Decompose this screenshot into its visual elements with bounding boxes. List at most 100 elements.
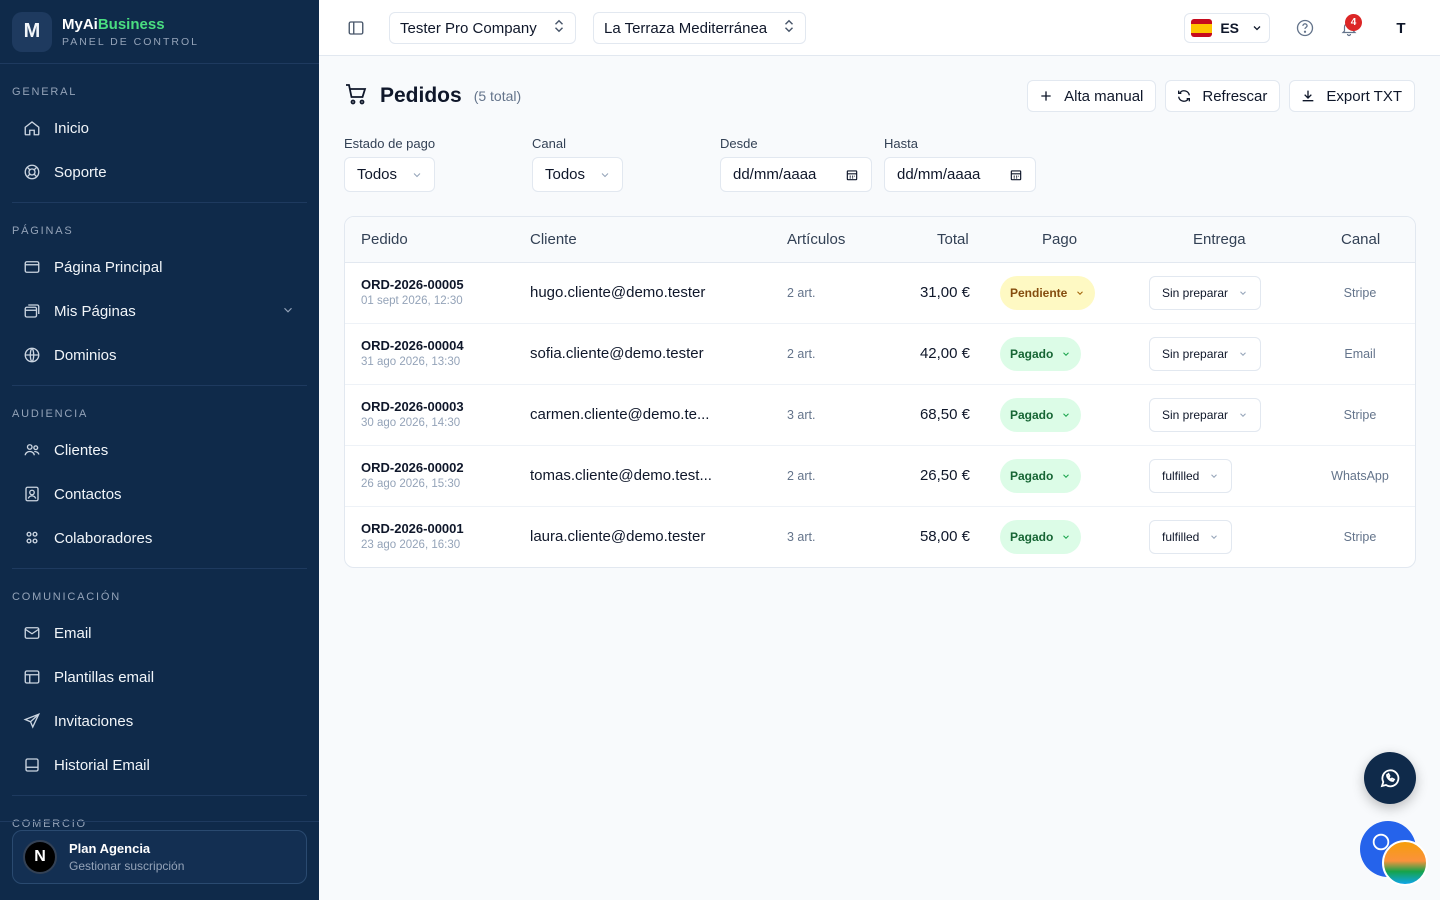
payment-status-select[interactable]: Pagado [1000,520,1082,554]
sidebar-item-inicio[interactable]: Inicio [12,106,307,150]
sidebar-toggle-icon[interactable] [347,19,365,42]
calendar-icon[interactable] [1009,168,1023,182]
sidebar-item-label: Plantillas email [54,668,155,686]
order-id[interactable]: ORD-2026-00002 [361,460,464,475]
chevron-down-icon [599,169,611,181]
sidebar-item-soporte[interactable]: Soporte [12,150,307,194]
sidebar-item-colaboradores[interactable]: Colaboradores [12,516,307,560]
sidebar-item-plantillas-email[interactable]: Plantillas email [12,655,307,699]
table-row[interactable]: ORD-2026-00005 01 sept 2026, 12:30 hugo.cl… [345,263,1415,324]
chevron-down-icon [411,169,423,181]
company-selector[interactable]: Tester Pro Company [389,12,576,44]
calendar-icon[interactable] [845,168,859,182]
order-total: 68,50 € [919,406,970,423]
delivery-status-dropdown[interactable]: Sin preparar [1149,337,1262,371]
sidebar-item-mis-paginas[interactable]: Mis Páginas [12,289,307,333]
help-icon[interactable] [1295,18,1315,43]
delivery-status-label: Sin preparar [1162,286,1229,300]
canal-select[interactable]: Todos [532,157,623,192]
brand-name: MyAiBusiness [62,15,165,33]
order-cell[interactable]: ORD-2026-00001 23 ago 2026, 16:30 [361,521,464,551]
user-avatar[interactable]: T [1383,12,1419,44]
manual-add-button[interactable]: Alta manual [1027,80,1157,112]
delivery-status-select[interactable]: Sin preparar [1149,276,1262,310]
estado-select[interactable]: Todos [344,157,435,192]
section-title: COMUNICACIÓN [12,591,121,603]
language-selector[interactable]: ES [1184,13,1270,43]
payment-status-select[interactable]: Pagado [1000,398,1082,432]
sidebar-item-pagina-principal[interactable]: Página Principal [12,245,307,289]
sidebar-item-label: Contactos [54,485,122,503]
refresh-button[interactable]: Refrescar [1165,80,1281,112]
table-row[interactable]: ORD-2026-00004 31 ago 2026, 13:30 sofia.cl… [345,324,1415,385]
delivery-status-dropdown[interactable]: fulfilled [1149,459,1233,493]
sidebar-item-email[interactable]: Email [12,611,307,655]
delivery-status-dropdown[interactable]: Sin preparar [1149,398,1262,432]
filter-desde: Desde dd/mm/aaaa [720,136,872,192]
filter-label: Canal [532,136,566,151]
items-count: 2 art. [787,347,816,361]
delivery-status-dropdown[interactable]: fulfilled [1149,520,1233,554]
brand-logo[interactable]: M [12,11,52,52]
section-comunicacion: COMUNICACIÓN Email Plantillas email Invi… [0,569,319,796]
delivery-status-label: fulfilled [1162,530,1200,544]
order-id[interactable]: ORD-2026-00004 [361,338,464,353]
plan-subtitle: Gestionar suscripción [69,859,185,873]
order-cell[interactable]: ORD-2026-00002 26 ago 2026, 15:30 [361,460,464,490]
table-row[interactable]: ORD-2026-00001 23 ago 2026, 16:30 laura.cl… [345,507,1415,567]
windows-icon [22,301,42,321]
globe-icon [22,345,42,365]
payment-status-pill[interactable]: Pagado [1000,459,1082,493]
order-id[interactable]: ORD-2026-00005 [361,277,464,292]
chevron-down-icon[interactable] [281,303,295,321]
payment-status-select[interactable]: Pagado [1000,459,1082,493]
order-id[interactable]: ORD-2026-00003 [361,399,464,414]
sidebar-item-label: Email [54,624,92,642]
sidebar-item-clientes[interactable]: Clientes [12,428,307,472]
sidebar-item-contactos[interactable]: Contactos [12,472,307,516]
export-button[interactable]: Export TXT [1289,80,1415,112]
sidebar-item-label: Mis Páginas [54,302,136,320]
order-cell[interactable]: ORD-2026-00004 31 ago 2026, 13:30 [361,338,464,368]
plan-card[interactable]: N Plan Agencia Gestionar suscripción [12,830,307,884]
table-row[interactable]: ORD-2026-00003 30 ago 2026, 14:30 carmen.c… [345,385,1415,446]
delivery-status-select[interactable]: Sin preparar [1149,337,1262,371]
site-selector[interactable]: La Terraza Mediterránea [593,12,807,44]
whatsapp-icon [1378,766,1402,790]
sidebar-item-dominios[interactable]: Dominios [12,333,307,377]
export-label: Export TXT [1326,87,1402,105]
desde-date-input[interactable]: dd/mm/aaaa [720,157,872,192]
hasta-date-input[interactable]: dd/mm/aaaa [884,157,1036,192]
order-id[interactable]: ORD-2026-00001 [361,521,464,536]
order-date: 23 ago 2026, 16:30 [361,539,461,551]
payment-status-pill[interactable]: Pendiente [1000,276,1096,310]
chevron-down-icon [1075,288,1085,298]
chevron-updown-icon [553,19,565,37]
payment-status-select[interactable]: Pagado [1000,337,1082,371]
whatsapp-button[interactable] [1364,752,1416,804]
sidebar-item-historial-email[interactable]: Historial Email [12,743,307,787]
delivery-status-select[interactable]: Sin preparar [1149,398,1262,432]
delivery-status-select[interactable]: fulfilled [1149,459,1233,493]
chevron-down-icon [1061,410,1071,420]
payment-status-select[interactable]: Pendiente [1000,276,1096,310]
payment-status-pill[interactable]: Pagado [1000,520,1082,554]
sidebar-item-invitaciones[interactable]: Invitaciones [12,699,307,743]
sidebar-item-label: Colaboradores [54,529,153,547]
table-row[interactable]: ORD-2026-00002 26 ago 2026, 15:30 tomas.cl… [345,446,1415,507]
assistant-avatar[interactable] [1382,840,1428,886]
orders-table: Pedido Cliente Artículos Total Pago Entr… [344,216,1416,568]
delivery-status-dropdown[interactable]: Sin preparar [1149,276,1262,310]
payment-status-pill[interactable]: Pagado [1000,398,1082,432]
items-count: 2 art. [787,469,816,483]
lifebuoy-icon [22,162,42,182]
section-title: PÁGINAS [12,225,74,237]
section-general: GENERAL Inicio Soporte [0,64,319,203]
payment-status-pill[interactable]: Pagado [1000,337,1082,371]
chevron-down-icon [1061,471,1071,481]
page-header: Pedidos (5 total) [344,80,521,112]
order-cell[interactable]: ORD-2026-00005 01 sept 2026, 12:30 [361,277,464,307]
order-cell[interactable]: ORD-2026-00003 30 ago 2026, 14:30 [361,399,464,429]
chevron-down-icon [1209,532,1219,542]
delivery-status-select[interactable]: fulfilled [1149,520,1233,554]
